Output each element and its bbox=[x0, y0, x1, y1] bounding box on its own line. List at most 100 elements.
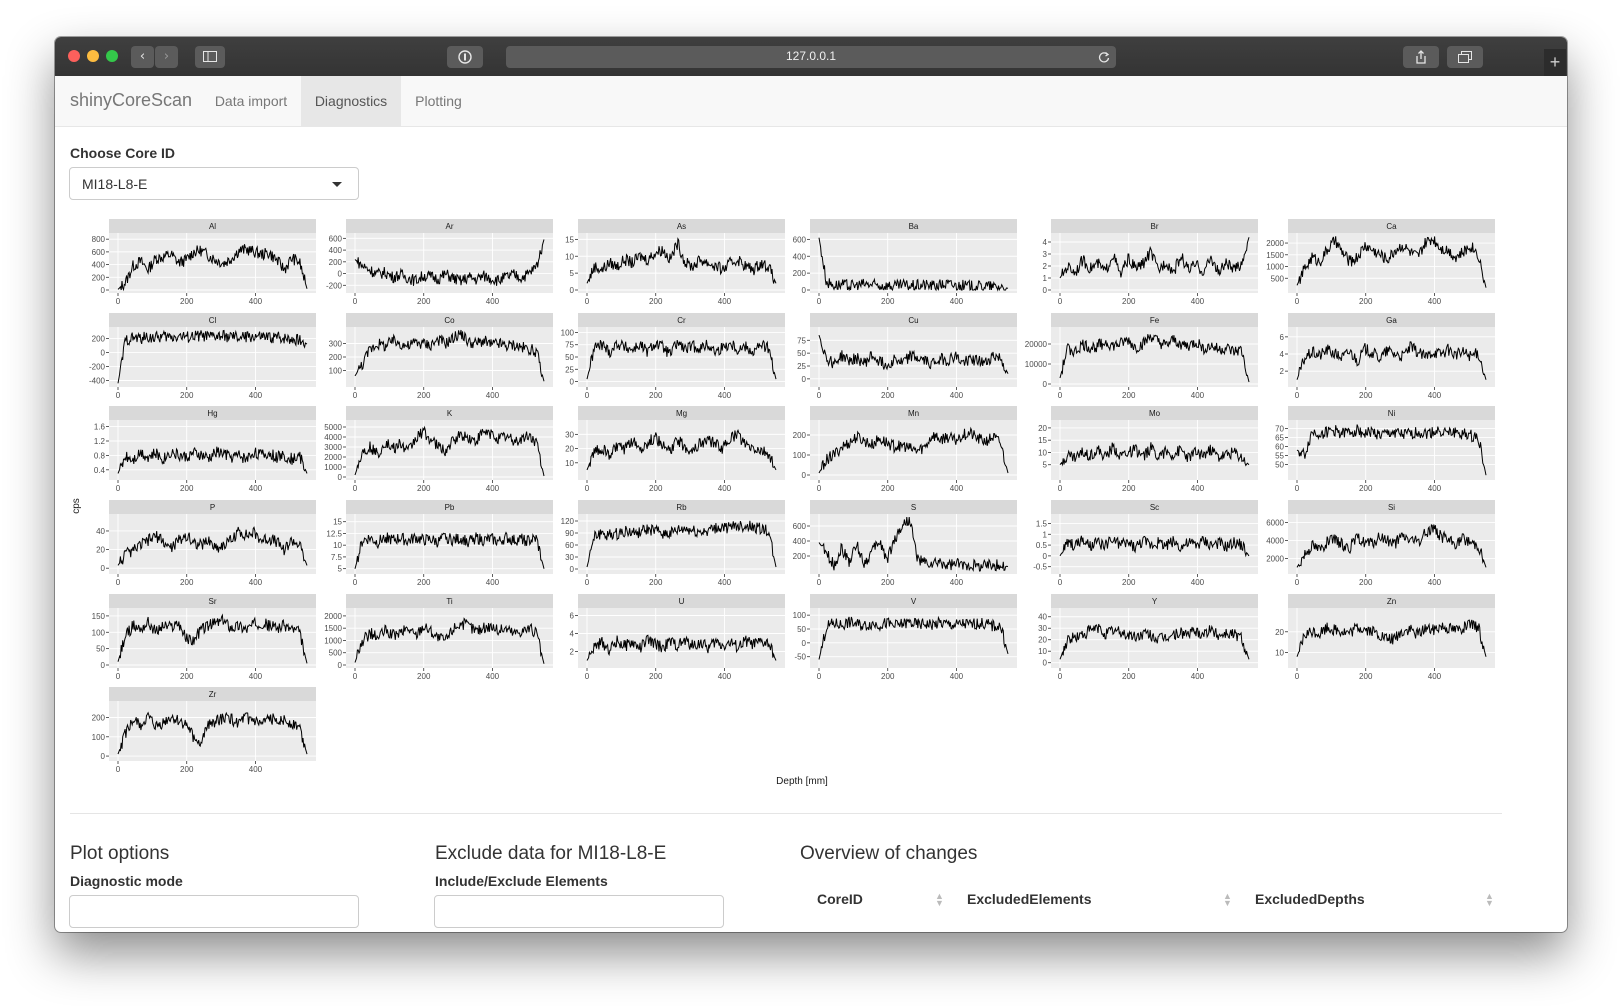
y-axis-label: cps bbox=[71, 498, 82, 514]
y-tick-label: -0.5 bbox=[1033, 563, 1047, 572]
y-tick-label: 400 bbox=[793, 537, 807, 546]
app-brand[interactable]: shinyCoreScan bbox=[70, 90, 192, 111]
y-tick-label: 15 bbox=[333, 518, 342, 527]
x-tick-label: 0 bbox=[1295, 578, 1300, 587]
y-tick-label: 3000 bbox=[324, 443, 342, 452]
y-tick-label: 2 bbox=[570, 648, 575, 657]
close-window-button[interactable] bbox=[68, 50, 80, 62]
y-tick-label: 60 bbox=[1275, 442, 1284, 451]
x-tick-label: 0 bbox=[1295, 391, 1300, 400]
x-tick-label: 400 bbox=[249, 672, 263, 681]
x-tick-label: 0 bbox=[116, 672, 121, 681]
x-tick-label: 400 bbox=[950, 578, 964, 587]
new-tab-icon[interactable]: + bbox=[1544, 49, 1566, 76]
y-tick-label: 55 bbox=[1275, 451, 1284, 460]
sort-icon[interactable]: ▲ ▼ bbox=[1485, 892, 1494, 908]
x-tick-label: 0 bbox=[116, 484, 121, 493]
facet-label: Pb bbox=[445, 503, 455, 512]
y-tick-label: 10 bbox=[565, 459, 574, 468]
facet-panel-y: Y0102030400 200 400 bbox=[1038, 594, 1258, 681]
y-tick-label: 0 bbox=[1043, 286, 1048, 295]
share-icon[interactable] bbox=[1403, 46, 1439, 68]
facet-panel-si: Si 2000 4000 6000 0 200 400 bbox=[1266, 500, 1495, 587]
minimize-window-button[interactable] bbox=[87, 50, 99, 62]
column-header-excluded-depths[interactable]: ExcludedDepths bbox=[1255, 891, 1365, 907]
y-tick-label: 4 bbox=[1280, 350, 1285, 359]
y-tick-label: 40 bbox=[1038, 613, 1047, 622]
forward-icon[interactable]: › bbox=[155, 46, 178, 68]
y-tick-label: 100 bbox=[793, 611, 807, 620]
y-tick-label: 20 bbox=[1275, 628, 1284, 637]
x-tick-label: 0 bbox=[353, 391, 358, 400]
x-tick-label: 200 bbox=[417, 484, 431, 493]
sort-icon[interactable]: ▲ ▼ bbox=[935, 892, 944, 908]
y-tick-label: 50 bbox=[96, 645, 105, 654]
x-tick-label: 200 bbox=[1122, 578, 1136, 587]
y-tick-label: 600 bbox=[329, 234, 343, 243]
x-tick-label: 200 bbox=[649, 672, 663, 681]
facet-label: As bbox=[677, 222, 686, 231]
y-tick-label: 30 bbox=[565, 553, 574, 562]
y-tick-label: 2000 bbox=[324, 453, 342, 462]
y-tick-label: 200 bbox=[793, 431, 807, 440]
y-tick-label: 200 bbox=[793, 552, 807, 561]
include-exclude-elements-input[interactable] bbox=[434, 895, 724, 928]
privacy-icon[interactable] bbox=[447, 46, 483, 68]
facet-panel-s: S 200 400 600 0 200 400 bbox=[793, 500, 1017, 587]
x-tick-label: 0 bbox=[1295, 484, 1300, 493]
x-tick-label: 0 bbox=[116, 578, 121, 587]
y-tick-label: 500 bbox=[329, 649, 343, 658]
facet-panel-cr: Cr 0 25 50 75 100 0 200 400 bbox=[561, 313, 785, 400]
column-header-excluded-elements[interactable]: ExcludedElements bbox=[967, 891, 1092, 907]
core-id-select[interactable]: MI18-L8-E bbox=[69, 167, 359, 200]
y-tick-label: 1000 bbox=[324, 463, 342, 472]
x-tick-label: 200 bbox=[649, 484, 663, 493]
tabs-overview-icon[interactable] bbox=[1447, 46, 1483, 68]
address-bar[interactable]: 127.0.0.1 bbox=[506, 46, 1116, 68]
x-tick-label: 400 bbox=[486, 297, 500, 306]
x-tick-label: 0 bbox=[1058, 578, 1063, 587]
sidebar-icon[interactable] bbox=[195, 46, 225, 68]
y-tick-label: 65 bbox=[1275, 433, 1284, 442]
y-tick-label: 0 bbox=[802, 639, 807, 648]
y-tick-label: 5000 bbox=[324, 423, 342, 432]
facet-panel-sr: Sr 0 50 100 150 0 200 400 bbox=[92, 594, 316, 681]
tab-plotting[interactable]: Plotting bbox=[401, 76, 476, 126]
y-tick-label: 6000 bbox=[1266, 518, 1284, 527]
x-tick-label: 0 bbox=[1058, 391, 1063, 400]
y-tick-label: 1500 bbox=[324, 624, 342, 633]
x-tick-label: 400 bbox=[950, 391, 964, 400]
y-tick-label: -200 bbox=[326, 281, 343, 290]
panel-background bbox=[810, 608, 1017, 668]
sort-icon[interactable]: ▲ ▼ bbox=[1223, 892, 1232, 908]
reload-icon[interactable] bbox=[1098, 51, 1110, 63]
facet-panel-mn: Mn 0 100 200 0 200 400 bbox=[793, 406, 1017, 493]
y-tick-label: 15 bbox=[565, 235, 574, 244]
y-tick-label: 0 bbox=[1043, 552, 1048, 561]
back-icon[interactable]: ‹ bbox=[131, 46, 154, 68]
facet-panel-rb: Rb 0 30 60 90 120 0 200 400 bbox=[561, 500, 785, 587]
diagnostic-mode-select[interactable] bbox=[69, 895, 359, 928]
y-tick-label: 10 bbox=[1275, 649, 1284, 658]
zoom-window-button[interactable] bbox=[106, 50, 118, 62]
x-tick-label: 200 bbox=[881, 484, 895, 493]
y-tick-label: 100 bbox=[793, 451, 807, 460]
panel-background bbox=[810, 420, 1017, 480]
y-tick-label: 60 bbox=[565, 541, 574, 550]
y-tick-label: 0.4 bbox=[94, 466, 106, 475]
tab-data-import[interactable]: Data import bbox=[201, 76, 301, 126]
panel-background bbox=[109, 608, 316, 668]
y-tick-label: 100 bbox=[92, 733, 106, 742]
column-header-coreid[interactable]: CoreID bbox=[817, 891, 863, 907]
tab-diagnostics[interactable]: Diagnostics bbox=[301, 76, 401, 126]
facet-panel-co: Co 100 200 300 0 200 400 bbox=[329, 313, 553, 400]
x-tick-label: 200 bbox=[1359, 672, 1373, 681]
x-tick-label: 400 bbox=[1428, 578, 1442, 587]
x-tick-label: 200 bbox=[649, 297, 663, 306]
y-tick-label: 10 bbox=[1038, 647, 1047, 656]
y-tick-label: 200 bbox=[92, 334, 106, 343]
y-tick-label: 4 bbox=[1043, 238, 1048, 247]
y-tick-label: 200 bbox=[92, 273, 106, 282]
facet-label: Hg bbox=[207, 409, 217, 418]
y-tick-label: 20 bbox=[565, 445, 574, 454]
